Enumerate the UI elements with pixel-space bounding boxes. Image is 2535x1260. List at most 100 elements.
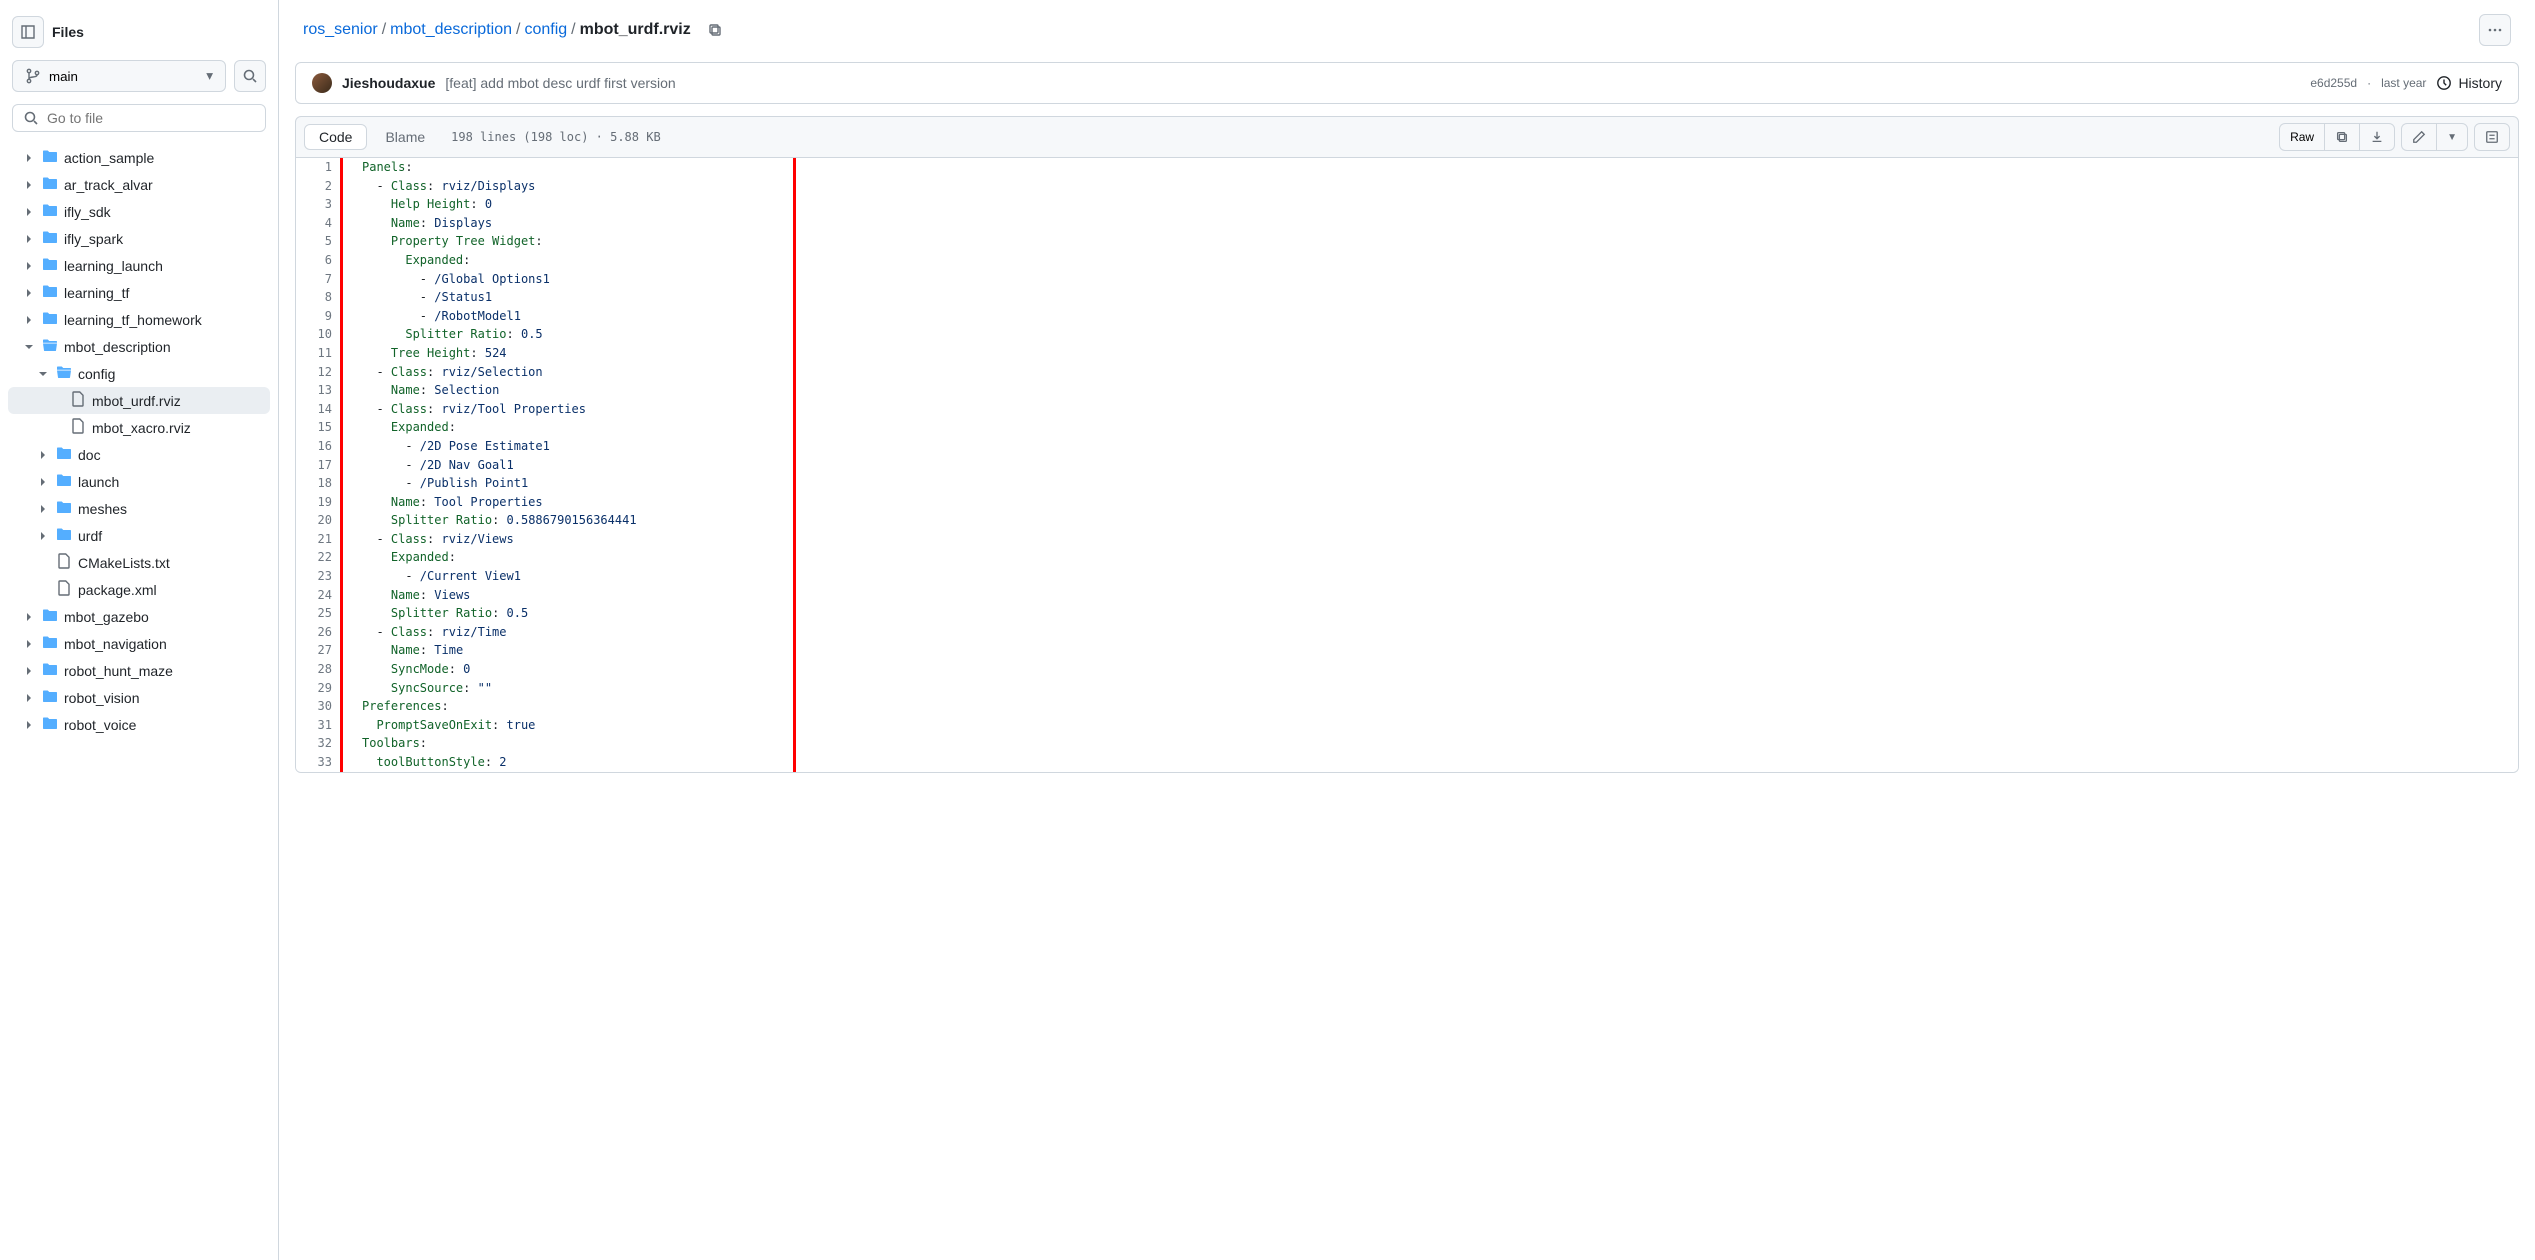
line-number[interactable]: 29 — [296, 679, 346, 698]
tree-folder[interactable]: robot_vision — [8, 684, 270, 711]
code-line[interactable]: PromptSaveOnExit: true — [346, 716, 2518, 735]
branch-select[interactable]: main ▾ — [12, 60, 226, 92]
line-number[interactable]: 31 — [296, 716, 346, 735]
code-tab[interactable]: Code — [304, 124, 367, 150]
raw-button[interactable]: Raw — [2279, 123, 2324, 151]
edit-dropdown-button[interactable]: ▼ — [2436, 123, 2468, 151]
code-line[interactable]: - Class: rviz/Displays — [346, 177, 2518, 196]
tree-folder[interactable]: mbot_navigation — [8, 630, 270, 657]
code-line[interactable]: - /Status1 — [346, 288, 2518, 307]
tree-folder[interactable]: learning_tf_homework — [8, 306, 270, 333]
line-number[interactable]: 21 — [296, 530, 346, 549]
line-number[interactable]: 26 — [296, 623, 346, 642]
code-line[interactable]: toolButtonStyle: 2 — [346, 753, 2518, 772]
code-line[interactable]: Expanded: — [346, 251, 2518, 270]
line-number[interactable]: 13 — [296, 381, 346, 400]
code-line[interactable]: Help Height: 0 — [346, 195, 2518, 214]
tree-folder[interactable]: ifly_spark — [8, 225, 270, 252]
collapse-sidebar-button[interactable] — [12, 16, 44, 48]
code-line[interactable]: Expanded: — [346, 548, 2518, 567]
code-line[interactable]: Preferences: — [346, 697, 2518, 716]
code-line[interactable]: SyncMode: 0 — [346, 660, 2518, 679]
tree-folder[interactable]: action_sample — [8, 144, 270, 171]
tree-folder[interactable]: mbot_description — [8, 333, 270, 360]
commit-message[interactable]: [feat] add mbot desc urdf first version — [445, 75, 675, 91]
code-line[interactable]: Name: Views — [346, 586, 2518, 605]
go-to-file-input[interactable] — [12, 104, 266, 132]
code-line[interactable]: - Class: rviz/Time — [346, 623, 2518, 642]
line-number[interactable]: 20 — [296, 511, 346, 530]
code-line[interactable]: Name: Displays — [346, 214, 2518, 233]
line-number[interactable]: 1 — [296, 158, 346, 177]
tree-folder[interactable]: meshes — [8, 495, 270, 522]
line-number[interactable]: 11 — [296, 344, 346, 363]
code-line[interactable]: Toolbars: — [346, 734, 2518, 753]
code-line[interactable]: Tree Height: 524 — [346, 344, 2518, 363]
line-number[interactable]: 18 — [296, 474, 346, 493]
line-number[interactable]: 24 — [296, 586, 346, 605]
avatar[interactable] — [312, 73, 332, 93]
tree-file[interactable]: mbot_urdf.rviz — [8, 387, 270, 414]
code-line[interactable]: - Class: rviz/Selection — [346, 363, 2518, 382]
line-number[interactable]: 23 — [296, 567, 346, 586]
line-number[interactable]: 6 — [296, 251, 346, 270]
breadcrumb-segment[interactable]: config — [524, 21, 567, 39]
line-number[interactable]: 15 — [296, 418, 346, 437]
code-line[interactable]: Splitter Ratio: 0.5886790156364441 — [346, 511, 2518, 530]
tree-folder[interactable]: ar_track_alvar — [8, 171, 270, 198]
line-number[interactable]: 22 — [296, 548, 346, 567]
tree-folder[interactable]: robot_voice — [8, 711, 270, 738]
tree-folder[interactable]: ifly_sdk — [8, 198, 270, 225]
line-number[interactable]: 19 — [296, 493, 346, 512]
code-line[interactable]: - /Publish Point1 — [346, 474, 2518, 493]
line-number[interactable]: 4 — [296, 214, 346, 233]
code-line[interactable]: - /Current View1 — [346, 567, 2518, 586]
commit-sha[interactable]: e6d255d — [2310, 76, 2357, 90]
code-line[interactable]: - Class: rviz/Views — [346, 530, 2518, 549]
copy-path-button[interactable] — [699, 14, 731, 46]
edit-button[interactable] — [2401, 123, 2436, 151]
code-line[interactable]: SyncSource: "" — [346, 679, 2518, 698]
code-line[interactable]: Name: Tool Properties — [346, 493, 2518, 512]
more-options-button[interactable] — [2479, 14, 2511, 46]
tree-file[interactable]: package.xml — [8, 576, 270, 603]
commit-author[interactable]: Jieshoudaxue — [342, 75, 435, 91]
breadcrumb-segment[interactable]: ros_senior — [303, 21, 378, 39]
code-line[interactable]: - Class: rviz/Tool Properties — [346, 400, 2518, 419]
line-number[interactable]: 14 — [296, 400, 346, 419]
go-to-file-field[interactable] — [47, 110, 255, 126]
code-line[interactable]: Splitter Ratio: 0.5 — [346, 604, 2518, 623]
line-number[interactable]: 25 — [296, 604, 346, 623]
history-button[interactable]: History — [2436, 75, 2502, 91]
symbols-button[interactable] — [2474, 123, 2510, 151]
line-number[interactable]: 33 — [296, 753, 346, 772]
line-number[interactable]: 3 — [296, 195, 346, 214]
code-line[interactable]: Name: Time — [346, 641, 2518, 660]
code-line[interactable]: Property Tree Widget: — [346, 232, 2518, 251]
tree-folder[interactable]: urdf — [8, 522, 270, 549]
code-line[interactable]: Expanded: — [346, 418, 2518, 437]
tree-folder[interactable]: config — [8, 360, 270, 387]
code-line[interactable]: - /2D Pose Estimate1 — [346, 437, 2518, 456]
code-line[interactable]: Panels: — [346, 158, 2518, 177]
line-number[interactable]: 32 — [296, 734, 346, 753]
line-number[interactable]: 7 — [296, 270, 346, 289]
code-line[interactable]: - /2D Nav Goal1 — [346, 456, 2518, 475]
line-number[interactable]: 12 — [296, 363, 346, 382]
copy-raw-button[interactable] — [2324, 123, 2359, 151]
line-number[interactable]: 2 — [296, 177, 346, 196]
line-number[interactable]: 16 — [296, 437, 346, 456]
blame-tab[interactable]: Blame — [371, 125, 439, 149]
code-line[interactable]: Name: Selection — [346, 381, 2518, 400]
tree-folder[interactable]: doc — [8, 441, 270, 468]
line-number[interactable]: 8 — [296, 288, 346, 307]
download-button[interactable] — [2359, 123, 2395, 151]
line-number[interactable]: 10 — [296, 325, 346, 344]
tree-folder[interactable]: mbot_gazebo — [8, 603, 270, 630]
tree-folder[interactable]: robot_hunt_maze — [8, 657, 270, 684]
tree-file[interactable]: mbot_xacro.rviz — [8, 414, 270, 441]
code-line[interactable]: - /RobotModel1 — [346, 307, 2518, 326]
tree-folder[interactable]: launch — [8, 468, 270, 495]
line-number[interactable]: 30 — [296, 697, 346, 716]
line-number[interactable]: 9 — [296, 307, 346, 326]
